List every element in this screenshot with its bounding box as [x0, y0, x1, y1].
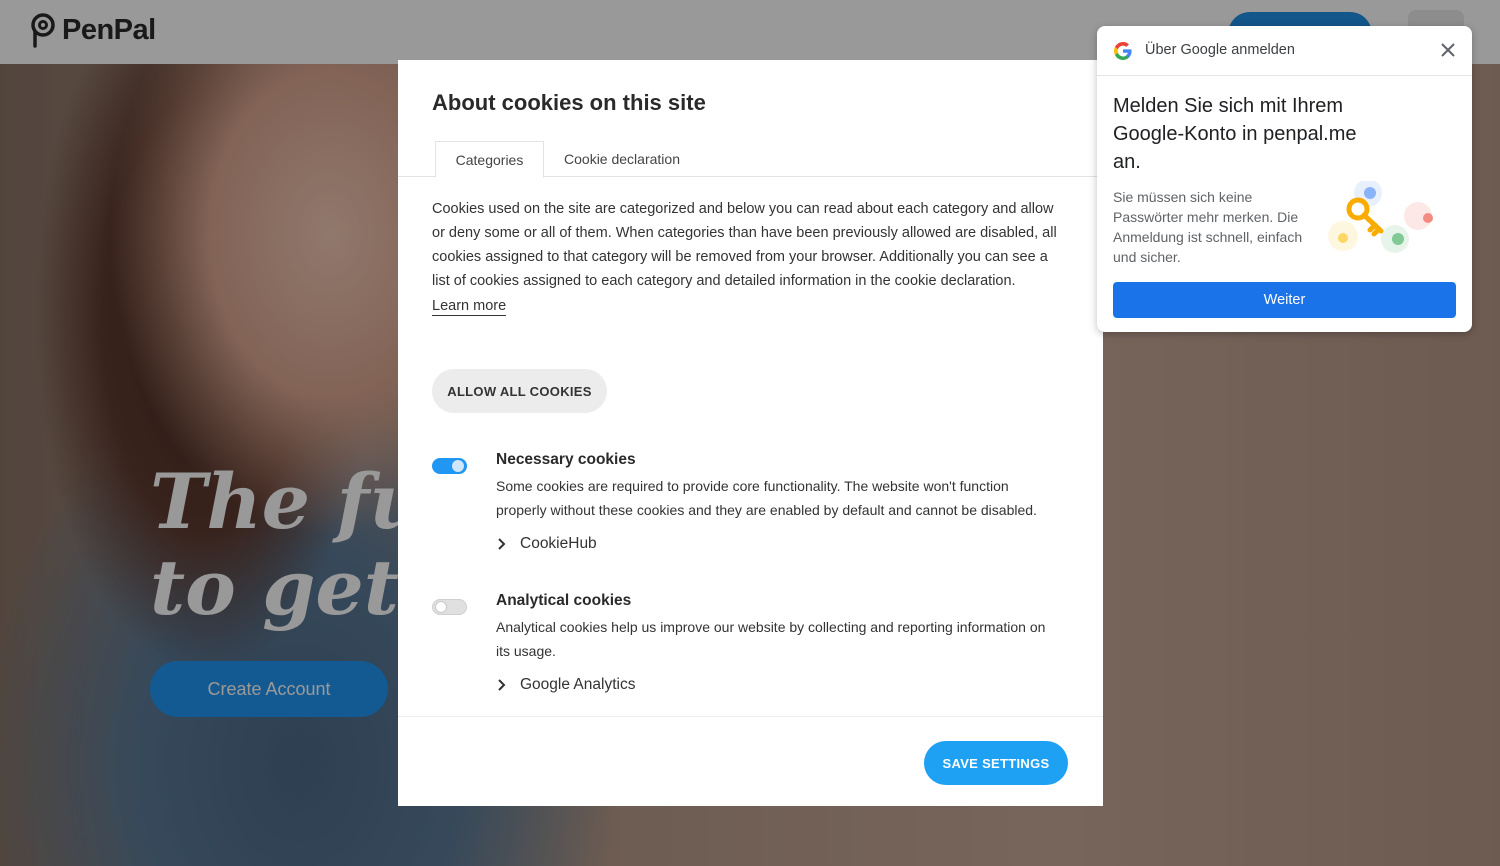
vendor-google-analytics[interactable]: Google Analytics: [496, 676, 635, 694]
google-continue-button[interactable]: Weiter: [1113, 282, 1456, 318]
google-signin-header: Über Google anmelden: [1097, 26, 1472, 76]
google-signin-panel: Über Google anmelden Melden Sie sich mit…: [1097, 26, 1472, 332]
necessary-cookies-toggle[interactable]: [432, 458, 467, 474]
tab-categories[interactable]: Categories: [435, 141, 544, 178]
category-title: Necessary cookies: [496, 451, 636, 468]
google-logo-icon: [1114, 42, 1132, 60]
category-title: Analytical cookies: [496, 592, 632, 609]
google-signin-text: Sie müssen sich keine Passwörter mehr me…: [1113, 189, 1303, 265]
dialog-footer: SAVE SETTINGS: [398, 716, 1103, 806]
category-description: Some cookies are required to provide cor…: [496, 478, 1037, 518]
chevron-right-icon: [498, 679, 506, 691]
vendor-cookiehub[interactable]: CookieHub: [496, 535, 597, 553]
save-settings-button[interactable]: SAVE SETTINGS: [924, 741, 1068, 785]
chevron-right-icon: [498, 538, 506, 550]
toggle-knob: [435, 601, 447, 613]
learn-more-link[interactable]: Learn more: [432, 297, 507, 316]
dialog-title: About cookies on this site: [432, 90, 706, 115]
cookie-description: Cookies used on the site are categorized…: [432, 201, 1057, 289]
tab-cookie-declaration[interactable]: Cookie declaration: [554, 141, 690, 177]
close-icon[interactable]: [1438, 40, 1458, 60]
toggle-knob: [452, 460, 464, 472]
analytical-cookies-toggle[interactable]: [432, 599, 467, 615]
google-signin-title: Melden Sie sich mit Ihrem Google-Konto i…: [1113, 95, 1357, 173]
dialog-body: Cookies used on the site are categorized…: [432, 197, 1062, 693]
cookie-dialog: About cookies on this site Categories Co…: [398, 60, 1103, 806]
allow-all-cookies-button[interactable]: ALLOW ALL COOKIES: [432, 369, 607, 413]
dialog-tabs: Categories Cookie declaration: [398, 141, 1103, 178]
key-illustration-icon: [1328, 181, 1433, 253]
category-description: Analytical cookies help us improve our w…: [496, 619, 1046, 659]
google-signin-header-text: Über Google anmelden: [1145, 42, 1295, 58]
vendor-label: Google Analytics: [520, 676, 636, 693]
vendor-label: CookieHub: [520, 535, 597, 552]
